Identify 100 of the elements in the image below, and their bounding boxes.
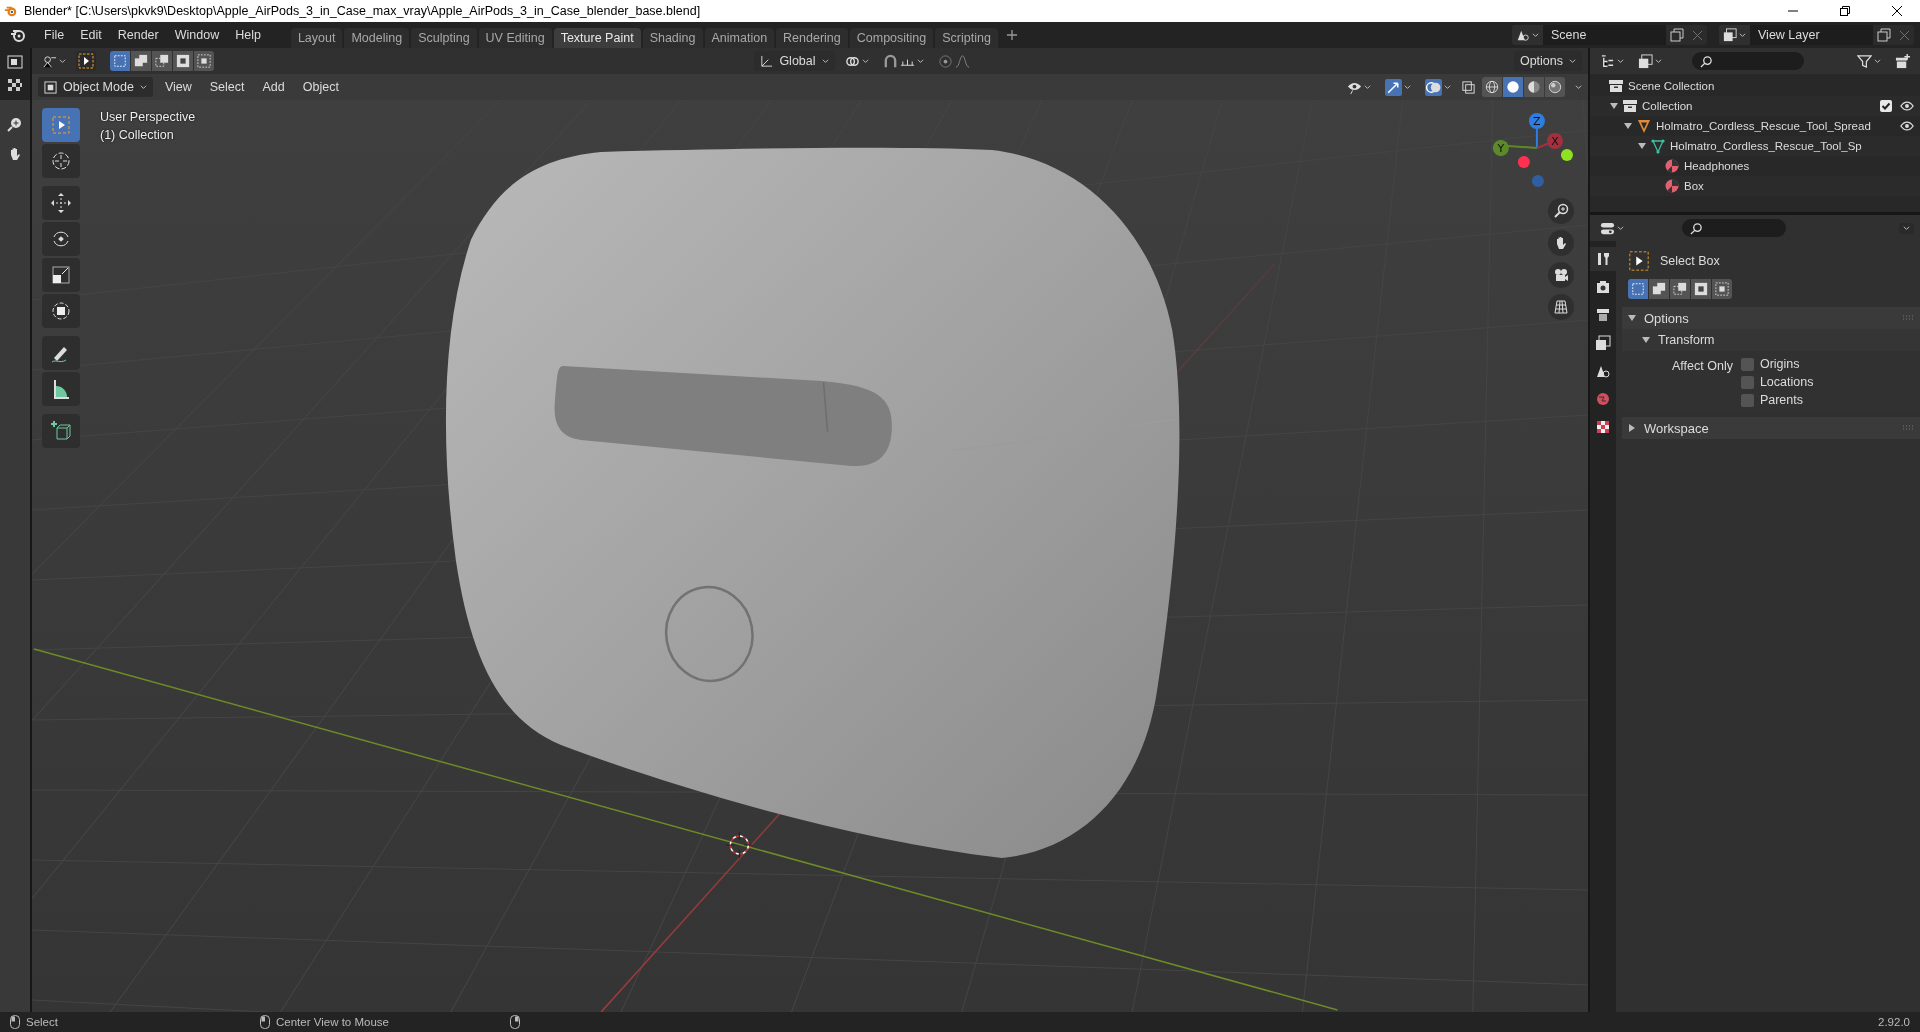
checkbox[interactable] <box>1740 375 1754 389</box>
wireframe-shading-button[interactable] <box>1482 77 1502 97</box>
caret-icon[interactable] <box>1575 83 1582 91</box>
options-dropdown[interactable]: Options <box>1513 51 1582 71</box>
menu-item[interactable]: View <box>158 80 198 94</box>
eye-icon[interactable] <box>1900 99 1914 113</box>
menu-item[interactable]: Edit <box>72 28 110 42</box>
outliner-item[interactable]: Collection <box>1642 100 1693 112</box>
checkbox[interactable] <box>1740 393 1754 407</box>
menu-item[interactable]: Help <box>227 28 269 42</box>
invert-selection-icon <box>176 54 190 68</box>
selection-mode-button[interactable] <box>1649 279 1669 299</box>
workspace-tab[interactable]: UV Editing <box>478 28 552 48</box>
close-icon[interactable] <box>1692 29 1703 41</box>
scene-name-field[interactable]: Scene <box>1543 25 1666 45</box>
axes-icon <box>42 53 57 69</box>
menu-item[interactable]: Render <box>109 28 167 42</box>
selection-mode-button[interactable] <box>1691 279 1711 299</box>
search-field[interactable] <box>1692 52 1804 70</box>
workspace-tab[interactable]: Modeling <box>344 28 410 48</box>
workspace-tab[interactable]: Shading <box>642 28 703 48</box>
menu-item[interactable]: File <box>36 28 73 42</box>
options-dropdown[interactable] <box>1899 222 1914 234</box>
selection-mode-button[interactable] <box>110 51 130 71</box>
close-icon[interactable] <box>1899 29 1910 41</box>
workspace-tab[interactable]: Scripting <box>935 28 998 48</box>
tool-button[interactable] <box>42 258 80 292</box>
rendered-shading-button[interactable] <box>1545 77 1565 97</box>
material-shading-button[interactable] <box>1524 77 1544 97</box>
outliner-item[interactable]: Headphones <box>1684 160 1750 172</box>
mode-dropdown[interactable]: Object Mode <box>38 77 153 97</box>
workspace-tab[interactable]: Texture Paint <box>553 28 641 48</box>
selection-mode-button[interactable] <box>1712 279 1732 299</box>
transform-orientation-dropdown[interactable]: Global <box>754 51 835 71</box>
cone-sphere-icon <box>1516 28 1530 42</box>
checkbox[interactable] <box>1740 357 1754 371</box>
selection-mode-button[interactable] <box>131 51 151 71</box>
image-stack-icon <box>1638 53 1653 69</box>
subpanel-header[interactable]: Transform <box>1622 329 1920 351</box>
workspace-tab[interactable]: Layout <box>290 28 343 48</box>
workspace-tab[interactable]: Sculpting <box>411 28 477 48</box>
menu-item[interactable]: Select <box>203 80 251 94</box>
menu-item[interactable]: Object <box>296 80 345 94</box>
navigation-gizmo[interactable]: Z X Y <box>1492 113 1573 187</box>
outliner-item[interactable]: Scene Collection <box>1628 80 1715 92</box>
tool-button[interactable] <box>42 186 80 220</box>
add-cube-icon <box>49 419 73 443</box>
expanded-arrow-icon[interactable] <box>1638 142 1646 150</box>
menu-item[interactable]: Add <box>256 80 291 94</box>
properties-tab[interactable] <box>1590 247 1616 271</box>
copy-icon[interactable] <box>1877 28 1891 42</box>
material-sphere-icon <box>1664 158 1680 174</box>
expanded-arrow-icon[interactable] <box>1624 122 1632 130</box>
scene-selector[interactable] <box>1512 25 1543 45</box>
solid-shading-button[interactable] <box>1503 77 1523 97</box>
tool-button[interactable] <box>42 336 80 370</box>
subtract-selection-icon <box>1673 282 1687 296</box>
active-tool-button[interactable] <box>76 51 96 71</box>
add-icon[interactable] <box>1005 29 1018 41</box>
selection-mode-button[interactable] <box>194 51 214 71</box>
3d-cursor-icon[interactable] <box>725 831 753 859</box>
editor-type-icon[interactable] <box>7 54 23 70</box>
panel-header[interactable]: Workspace <box>1622 417 1920 439</box>
movie-camera-icon <box>1553 267 1569 283</box>
xray-toggle-icon[interactable] <box>1461 79 1476 95</box>
checkbox[interactable] <box>1880 100 1892 112</box>
camera-back-icon <box>1595 279 1611 295</box>
zoom-icon[interactable] <box>7 116 23 132</box>
panel-header[interactable]: Options <box>1622 307 1920 329</box>
blender-logo-icon[interactable] <box>10 27 26 43</box>
selection-mode-button[interactable] <box>1628 279 1648 299</box>
eye-icon[interactable] <box>1900 119 1914 133</box>
tree-list-icon <box>1600 53 1615 69</box>
view-perspective-label: User Perspective <box>100 110 196 124</box>
transform-icon <box>49 299 73 323</box>
outliner-item[interactable]: Holmatro_Cordless_Rescue_Tool_Sp <box>1670 140 1862 152</box>
tool-button[interactable] <box>42 414 80 448</box>
checkbox-label[interactable]: Origins <box>1759 357 1800 371</box>
selection-mode-button[interactable] <box>1670 279 1690 299</box>
drag-handle-icon[interactable] <box>1902 425 1914 431</box>
outliner-item[interactable]: Box <box>1684 180 1704 192</box>
workspace-tab[interactable]: Compositing <box>849 28 934 48</box>
checkbox-label[interactable]: Locations <box>1759 375 1814 389</box>
tool-button[interactable] <box>42 372 80 406</box>
checkbox-label[interactable]: Parents <box>1759 393 1803 407</box>
copy-icon[interactable] <box>1670 28 1684 42</box>
drag-handle-icon[interactable] <box>1902 315 1914 321</box>
view-layer-selector[interactable] <box>1719 25 1750 45</box>
view-layer-name-field[interactable]: View Layer <box>1750 25 1873 45</box>
menu-item[interactable]: Window <box>166 28 228 42</box>
selection-mode-button[interactable] <box>152 51 172 71</box>
expanded-arrow-icon[interactable] <box>1610 102 1618 110</box>
tool-button[interactable] <box>42 294 80 328</box>
workspace-tab[interactable]: Rendering <box>776 28 848 48</box>
outliner-item[interactable]: Holmatro_Cordless_Rescue_Tool_Spread <box>1656 120 1871 132</box>
workspace-tab[interactable]: Animation <box>704 28 775 48</box>
tool-button[interactable] <box>42 222 80 256</box>
selection-mode-button[interactable] <box>173 51 193 71</box>
search-field[interactable] <box>1682 219 1786 237</box>
checker-icon[interactable] <box>7 78 23 94</box>
